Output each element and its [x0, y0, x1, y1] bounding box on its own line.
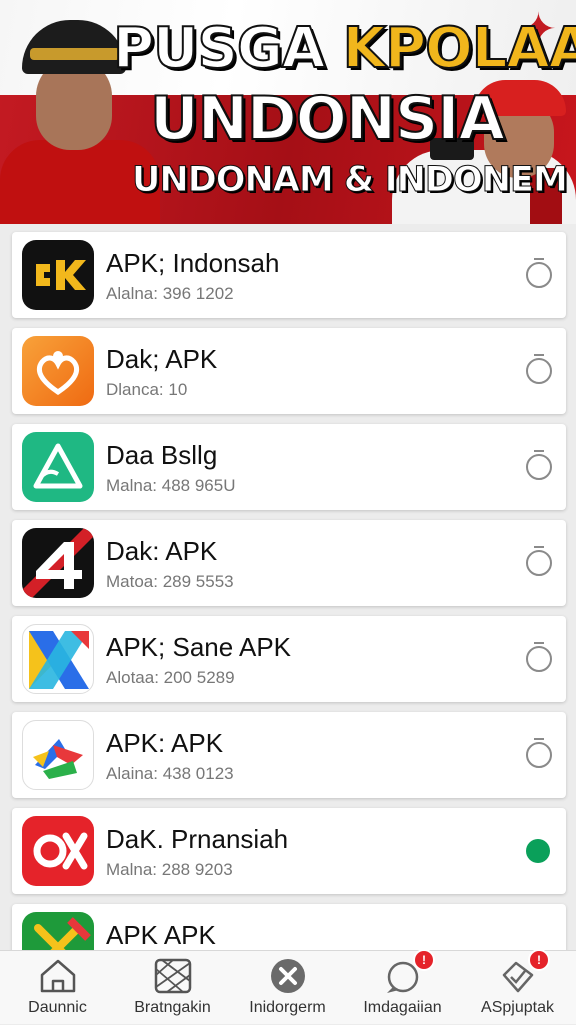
app-name: DaK. Prnansiah [106, 824, 289, 854]
list-item[interactable]: DaK. Prnansiah Malna: 288 9203 [12, 808, 566, 894]
number-4-logo-icon [22, 528, 94, 598]
list-item[interactable]: APK; Sane APK Alotaa: 200 5289 [12, 616, 566, 702]
notification-badge: ! [528, 949, 550, 971]
nav-label: Bratngakin [134, 999, 211, 1016]
play-k-logo-icon [22, 240, 94, 310]
colorful-arrows-logo-icon [22, 720, 94, 790]
app-meta: Dlanca: 10 [106, 380, 188, 399]
list-item[interactable]: APK: APK Alaina: 438 0123 [12, 712, 566, 798]
download-status-icon[interactable] [526, 354, 552, 384]
close-circle-icon [271, 959, 305, 993]
banner-title-line1: PUSGA KPOLAA [112, 15, 576, 82]
red-ox-logo-icon [22, 816, 94, 886]
banner-title-line2: UNDONSIA [149, 83, 506, 155]
nav-item-aspjuptak[interactable]: ! ASpjuptak [460, 949, 575, 1025]
app-name: APK; Sane APK [106, 632, 292, 662]
list-item[interactable]: Daa Bsllg Malna: 488 965U [12, 424, 566, 510]
app-name: APK APK [106, 920, 216, 950]
list-item[interactable]: Dak; APK Dlanca: 10 [12, 328, 566, 414]
green-x-logo-icon [22, 912, 94, 950]
download-status-icon[interactable] [526, 738, 552, 768]
list-item[interactable]: APK APK [12, 904, 566, 950]
app-meta: Alalna: 396 1202 [106, 284, 234, 303]
app-meta: Malna: 488 965U [106, 476, 236, 495]
banner-subtitle: UNDONAM & INDONEM [132, 160, 569, 201]
header-banner: ✦ PUSGA KPOLAA UNDONSIA UNDONAM & INDONE… [0, 0, 576, 224]
orange-heart-logo-icon [22, 336, 94, 406]
nav-item-imdagaiian[interactable]: ! Imdagaiian [345, 949, 460, 1025]
app-meta: Matoa: 289 5553 [106, 572, 234, 591]
nav-label: Daunnic [28, 999, 87, 1016]
nav-label: Imdagaiian [363, 999, 442, 1016]
app-meta: Alaina: 438 0123 [106, 764, 234, 783]
green-triangle-logo-icon [22, 432, 94, 502]
download-status-icon[interactable] [526, 642, 552, 672]
nav-label: Inidorgerm [249, 999, 326, 1016]
app-meta: Malna: 288 9203 [106, 860, 233, 879]
blue-x-logo-icon [22, 624, 94, 694]
bottom-navigation: Daunnic Bratngakin Inidorgerm ! Imdagaii… [0, 949, 576, 1025]
app-name: APK; Indonsah [106, 248, 280, 278]
nav-label: ASpjuptak [481, 999, 554, 1016]
person-left-hat-emblem [30, 48, 120, 60]
nav-item-inidorgerm[interactable]: Inidorgerm [230, 951, 345, 1025]
home-icon [40, 959, 76, 993]
list-item[interactable]: APK; Indonsah Alalna: 396 1202 [12, 232, 566, 318]
app-list[interactable]: APK; Indonsah Alalna: 396 1202 Dak; APK … [0, 224, 576, 950]
app-name: Dak; APK [106, 344, 218, 374]
download-status-icon[interactable] [526, 258, 552, 288]
notification-badge: ! [413, 949, 435, 971]
download-status-icon[interactable] [526, 450, 552, 480]
app-name: Dak: APK [106, 536, 218, 566]
app-name: Daa Bsllg [106, 440, 218, 470]
download-status-icon[interactable] [526, 546, 552, 576]
app-name: APK: APK [106, 728, 224, 758]
installed-status-dot[interactable] [526, 839, 550, 863]
app-meta: Alotaa: 200 5289 [106, 668, 235, 687]
nav-item-bratngakin[interactable]: Bratngakin [115, 951, 230, 1025]
grid-image-icon [154, 958, 192, 994]
nav-item-daunnic[interactable]: Daunnic [0, 951, 115, 1025]
list-item[interactable]: Dak: APK Matoa: 289 5553 [12, 520, 566, 606]
